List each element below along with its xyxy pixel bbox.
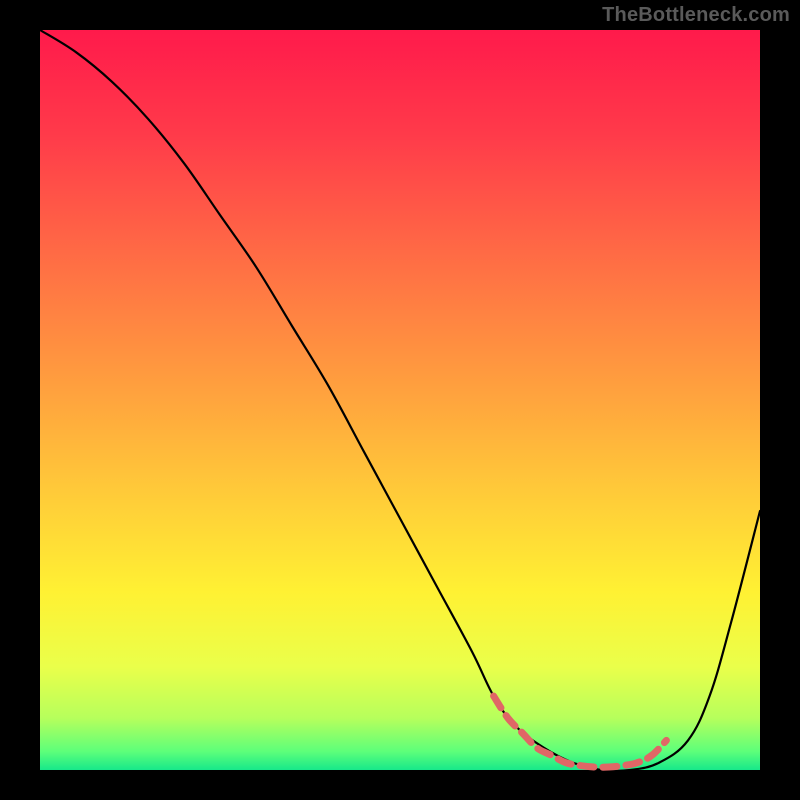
bottleneck-chart xyxy=(0,0,800,800)
watermark-text: TheBottleneck.com xyxy=(602,4,790,27)
plot-background xyxy=(40,30,760,770)
